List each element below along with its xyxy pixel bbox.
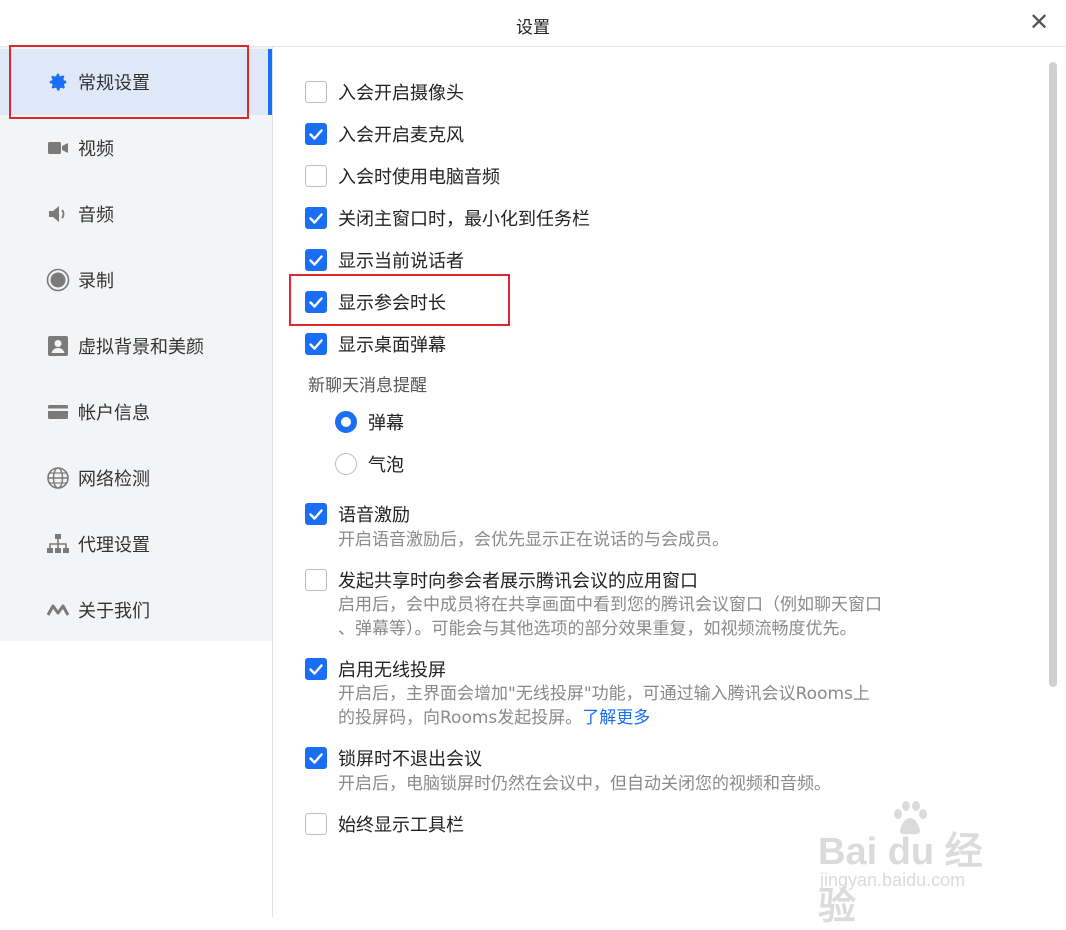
option-label: 语音激励 <box>338 505 410 526</box>
watermark-sub: jingyan.baidu.com <box>820 870 966 890</box>
checkbox-unchecked[interactable] <box>305 165 327 187</box>
highlight-box-sidebar <box>9 45 249 119</box>
option-show-current-speaker[interactable]: 显示当前说话者 <box>305 247 464 273</box>
portrait-icon <box>46 334 70 358</box>
wireless-desc-line1: 开启后，主界面会增加"无线投屏"功能，可通过输入腾讯会议Rooms上 <box>338 684 870 704</box>
share-window-desc-line1: 启用后，会中成员将在共享画面中看到您的腾讯会议窗口（例如聊天窗口 <box>338 595 882 615</box>
checkbox-checked[interactable] <box>305 207 327 229</box>
share-window-desc-line2: 、弹幕等）。可能会与其他选项的部分效果重复，如视频流畅度优先。 <box>338 619 857 639</box>
option-label: 显示当前说话者 <box>338 251 464 272</box>
option-label: 启用无线投屏 <box>338 660 446 681</box>
radio-button-selected[interactable] <box>335 411 357 433</box>
sidebar-item-label: 帐户信息 <box>78 403 150 424</box>
option-minimize-to-taskbar[interactable]: 关闭主窗口时，最小化到任务栏 <box>305 205 590 231</box>
checkbox-checked[interactable] <box>305 658 327 680</box>
option-show-desktop-barrage[interactable]: 显示桌面弹幕 <box>305 331 446 357</box>
checkbox-unchecked[interactable] <box>305 813 327 835</box>
lock-screen-desc: 开启后，电脑锁屏时仍然在会议中，但自动关闭您的视频和音频。 <box>338 774 831 794</box>
radio-button[interactable] <box>335 453 357 475</box>
sidebar-item-label: 虚拟背景和美颜 <box>78 337 204 358</box>
checkbox-checked[interactable] <box>305 249 327 271</box>
title-bar: 设置 ✕ <box>0 0 1066 47</box>
globe-icon <box>46 466 70 490</box>
checkbox-checked[interactable] <box>305 747 327 769</box>
option-label: 始终显示工具栏 <box>338 815 464 836</box>
window-title: 设置 <box>516 18 550 38</box>
option-label: 关闭主窗口时，最小化到任务栏 <box>338 209 590 230</box>
option-label: 发起共享时向参会者展示腾讯会议的应用窗口 <box>338 571 698 592</box>
option-label: 入会开启摄像头 <box>338 83 464 104</box>
logo-icon <box>46 598 70 622</box>
record-icon <box>46 268 70 292</box>
network-tree-icon <box>46 532 70 556</box>
settings-panel: 入会开启摄像头 入会开启麦克风 入会时使用电脑音频 关闭主窗口时，最小化到任务栏… <box>273 47 1066 917</box>
sidebar-item-account[interactable]: 帐户信息 <box>0 379 272 445</box>
highlight-box-duration <box>289 274 510 326</box>
sidebar-item-about[interactable]: 关于我们 <box>0 577 272 643</box>
option-wireless-projection[interactable]: 启用无线投屏 <box>305 656 446 682</box>
sidebar-item-record[interactable]: 录制 <box>0 247 272 313</box>
sidebar: 常规设置 视频 音频 录制 虚拟背景和美颜 帐户信息 网络检测 代理设置 关于我… <box>0 47 272 641</box>
scrollbar[interactable] <box>1049 62 1057 687</box>
sidebar-blank <box>0 641 272 917</box>
sidebar-item-label: 关于我们 <box>78 601 150 622</box>
checkbox-unchecked[interactable] <box>305 569 327 591</box>
sidebar-item-label: 视频 <box>78 139 114 160</box>
check-icon <box>309 128 323 140</box>
sidebar-item-proxy[interactable]: 代理设置 <box>0 511 272 577</box>
option-always-show-toolbar[interactable]: 始终显示工具栏 <box>305 811 464 837</box>
option-label: 显示桌面弹幕 <box>338 335 446 356</box>
sidebar-item-label: 网络检测 <box>78 469 150 490</box>
check-icon <box>309 752 323 764</box>
option-camera-on-join[interactable]: 入会开启摄像头 <box>305 79 464 105</box>
card-icon <box>46 400 70 424</box>
sidebar-item-label: 录制 <box>78 271 114 292</box>
sidebar-item-audio[interactable]: 音频 <box>0 181 272 247</box>
wireless-desc-line2: 的投屏码，向Rooms发起投屏。了解更多 <box>338 706 650 731</box>
checkbox-unchecked[interactable] <box>305 81 327 103</box>
option-label: 入会开启麦克风 <box>338 125 464 146</box>
checkbox-checked[interactable] <box>305 503 327 525</box>
option-share-app-window[interactable]: 发起共享时向参会者展示腾讯会议的应用窗口 <box>305 567 698 593</box>
close-icon[interactable]: ✕ <box>1026 9 1052 35</box>
sidebar-item-label: 音频 <box>78 205 114 226</box>
chat-notify-heading: 新聊天消息提醒 <box>308 376 427 396</box>
learn-more-link[interactable]: 了解更多 <box>582 708 650 728</box>
checkbox-checked[interactable] <box>305 123 327 145</box>
option-label: 锁屏时不退出会议 <box>338 749 482 770</box>
sidebar-item-network-test[interactable]: 网络检测 <box>0 445 272 511</box>
voice-excitation-desc: 开启语音激励后，会优先显示正在说话的与会成员。 <box>338 530 729 550</box>
baidu-watermark: Bai du 经验 jingyan.baidu.com <box>818 800 1013 928</box>
option-computer-audio[interactable]: 入会时使用电脑音频 <box>305 163 500 189</box>
radio-label: 气泡 <box>368 455 404 476</box>
check-icon <box>309 212 323 224</box>
checkbox-checked[interactable] <box>305 333 327 355</box>
check-icon <box>309 508 323 520</box>
option-mic-on-join[interactable]: 入会开启麦克风 <box>305 121 464 147</box>
option-stay-on-lock[interactable]: 锁屏时不退出会议 <box>305 745 482 771</box>
video-camera-icon <box>46 136 70 160</box>
check-icon <box>309 663 323 675</box>
option-label: 入会时使用电脑音频 <box>338 167 500 188</box>
wireless-desc-text: 的投屏码，向Rooms发起投屏。 <box>338 708 583 728</box>
radio-barrage[interactable]: 弹幕 <box>335 409 404 435</box>
radio-label: 弹幕 <box>368 413 404 434</box>
sidebar-item-label: 代理设置 <box>78 535 150 556</box>
sidebar-item-video[interactable]: 视频 <box>0 115 272 181</box>
speaker-icon <box>46 202 70 226</box>
check-icon <box>309 338 323 350</box>
sidebar-item-virtual-background[interactable]: 虚拟背景和美颜 <box>0 313 272 379</box>
option-voice-excitation[interactable]: 语音激励 <box>305 501 410 527</box>
check-icon <box>309 254 323 266</box>
radio-bubble[interactable]: 气泡 <box>335 451 404 477</box>
